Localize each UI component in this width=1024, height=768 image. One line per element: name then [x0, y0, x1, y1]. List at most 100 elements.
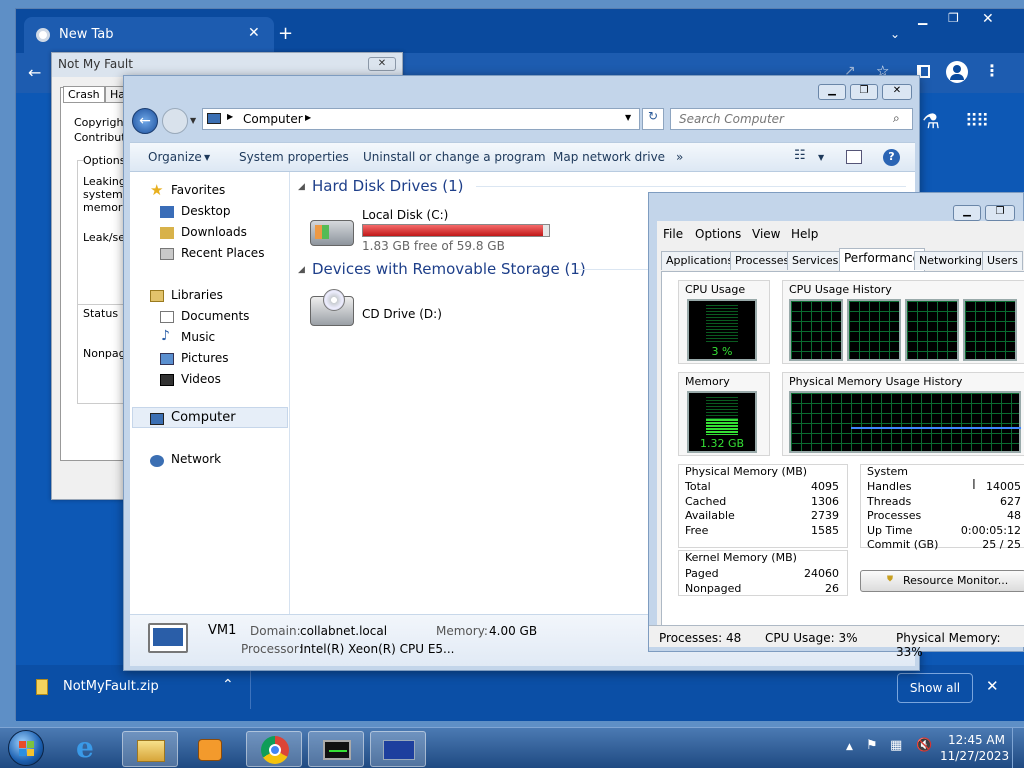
- tab-title: New Tab: [59, 27, 114, 42]
- menu-kebab-icon[interactable]: ⋮: [984, 61, 1000, 80]
- start-button[interactable]: [8, 730, 44, 766]
- apps-grid-icon[interactable]: ⠿⠿: [965, 111, 989, 132]
- media-player-taskbar-button[interactable]: [182, 731, 238, 767]
- volume-muted-icon[interactable]: 🔇: [916, 738, 932, 753]
- action-center-icon[interactable]: ⚑: [866, 738, 878, 753]
- view-options-icon[interactable]: ☷: [794, 148, 806, 163]
- tab-performance[interactable]: Performance: [839, 248, 926, 271]
- notmyfault-titlebar: Not My Fault ✕: [52, 53, 402, 77]
- stat-label: Available: [685, 509, 735, 522]
- internet-explorer-taskbar-button[interactable]: e: [62, 731, 118, 767]
- collapse-group-icon[interactable]: ◢: [298, 182, 305, 192]
- back-button[interactable]: ←: [132, 108, 158, 134]
- download-filename[interactable]: NotMyFault.zip: [63, 679, 159, 694]
- group-hard-disk-drives[interactable]: Hard Disk Drives (1): [312, 177, 463, 195]
- nav-computer[interactable]: Computer: [171, 410, 236, 425]
- maximize-icon[interactable]: ❐: [985, 205, 1015, 221]
- resource-monitor-button[interactable]: ⛊ Resource Monitor...: [860, 570, 1024, 592]
- show-all-button[interactable]: Show all: [897, 673, 973, 703]
- tab-users[interactable]: Users: [982, 251, 1023, 270]
- system-properties-button[interactable]: System properties: [239, 150, 349, 164]
- back-icon[interactable]: ←: [28, 63, 41, 82]
- libraries-icon: [150, 290, 164, 302]
- drive-d-name[interactable]: CD Drive (D:): [362, 307, 442, 321]
- forward-button[interactable]: [162, 108, 188, 134]
- map-network-drive-button[interactable]: Map network drive: [553, 150, 665, 164]
- memory-label: Memory: [685, 375, 730, 388]
- nav-favorites[interactable]: Favorites: [171, 183, 225, 197]
- clock-time[interactable]: 12:45 AM: [948, 733, 1005, 747]
- uninstall-program-button[interactable]: Uninstall or change a program: [363, 150, 546, 164]
- clock-date[interactable]: 11/27/2023: [940, 749, 1009, 763]
- close-tab-icon[interactable]: ✕: [248, 25, 260, 41]
- tab-search-icon[interactable]: ⌄: [890, 27, 900, 41]
- tab-crash[interactable]: Crash: [63, 86, 105, 103]
- collapse-group-icon[interactable]: ◢: [298, 265, 305, 275]
- tab-networking[interactable]: Networking: [914, 251, 987, 270]
- task-manager-taskbar-button[interactable]: [308, 731, 364, 767]
- breadcrumb-arrow-icon[interactable]: ▶: [227, 112, 233, 121]
- new-tab-button[interactable]: +: [278, 23, 293, 44]
- tab-new-tab[interactable]: New Tab ✕: [24, 17, 274, 53]
- recent-pages-icon[interactable]: ▼: [190, 116, 196, 125]
- stat-value: 1585: [811, 524, 839, 537]
- network-status-icon[interactable]: ▦: [890, 738, 902, 753]
- preview-pane-icon[interactable]: [846, 150, 862, 164]
- chevron-down-icon[interactable]: ▼: [818, 153, 824, 162]
- menu-options[interactable]: Options: [695, 227, 741, 241]
- address-bar[interactable]: ▶ Computer ▶ ▼: [202, 108, 640, 130]
- nav-pictures[interactable]: Pictures: [181, 351, 229, 365]
- drive-c-name[interactable]: Local Disk (C:): [362, 208, 448, 222]
- chevron-down-icon[interactable]: ▼: [204, 153, 210, 162]
- status-processes: Processes: 48: [659, 631, 742, 645]
- tab-applications[interactable]: Applications: [661, 251, 739, 270]
- cd-drive-icon[interactable]: [310, 289, 354, 326]
- nav-desktop[interactable]: Desktop: [181, 204, 231, 218]
- profile-avatar[interactable]: [946, 61, 968, 83]
- search-input[interactable]: Search Computer ⌕: [670, 108, 913, 130]
- show-hidden-icons-icon[interactable]: ▲: [846, 742, 853, 752]
- chrome-taskbar-button[interactable]: [246, 731, 302, 767]
- nav-videos[interactable]: Videos: [181, 372, 221, 386]
- nav-recent-places[interactable]: Recent Places: [181, 246, 264, 260]
- tab-processes[interactable]: Processes: [730, 251, 795, 270]
- close-icon[interactable]: ✕: [368, 57, 396, 71]
- minimize-icon[interactable]: ▁: [818, 84, 846, 100]
- chevron-up-icon[interactable]: ⌃: [222, 677, 234, 693]
- cpu-history-group: CPU Usage History: [782, 280, 1024, 364]
- cpu-usage-gauge: 3 %: [687, 299, 757, 361]
- nav-documents[interactable]: Documents: [181, 309, 249, 323]
- processor-label: Processor:: [241, 642, 303, 656]
- minimize-icon[interactable]: ▁: [918, 11, 927, 25]
- search-icon[interactable]: ⌕: [893, 111, 900, 126]
- more-commands-button[interactable]: »: [676, 150, 683, 164]
- address-dropdown-icon[interactable]: ▼: [625, 113, 631, 122]
- menu-view[interactable]: View: [752, 227, 780, 241]
- minimize-icon[interactable]: ▁: [953, 205, 981, 221]
- labs-flask-icon[interactable]: ⚗: [922, 109, 940, 133]
- show-desktop-button[interactable]: [1012, 728, 1024, 768]
- explorer-taskbar-button[interactable]: [122, 731, 178, 767]
- breadcrumb-computer[interactable]: Computer: [243, 112, 303, 126]
- tab-services[interactable]: Services: [787, 251, 844, 270]
- refresh-icon[interactable]: ↻: [642, 108, 664, 130]
- nav-network[interactable]: Network: [171, 452, 221, 466]
- group-removable-storage[interactable]: Devices with Removable Storage (1): [312, 260, 586, 278]
- notmyfault-taskbar-button[interactable]: [370, 731, 426, 767]
- copyright-text: Copyright: [74, 116, 128, 129]
- zip-file-icon: [36, 679, 48, 695]
- organize-button[interactable]: Organize: [148, 150, 202, 164]
- maximize-icon[interactable]: ❐: [850, 84, 878, 100]
- breadcrumb-arrow-icon[interactable]: ▶: [305, 113, 311, 122]
- menu-help[interactable]: Help: [791, 227, 818, 241]
- nav-music[interactable]: Music: [181, 330, 215, 344]
- close-icon[interactable]: ✕: [882, 84, 912, 100]
- restore-icon[interactable]: ❐: [948, 11, 959, 25]
- menu-file[interactable]: File: [663, 227, 683, 241]
- close-download-bar-icon[interactable]: ✕: [986, 677, 999, 695]
- close-icon[interactable]: ✕: [982, 11, 994, 27]
- hard-drive-icon[interactable]: [310, 220, 354, 246]
- nav-downloads[interactable]: Downloads: [181, 225, 247, 239]
- help-icon[interactable]: ?: [883, 149, 900, 166]
- nav-libraries[interactable]: Libraries: [171, 288, 223, 302]
